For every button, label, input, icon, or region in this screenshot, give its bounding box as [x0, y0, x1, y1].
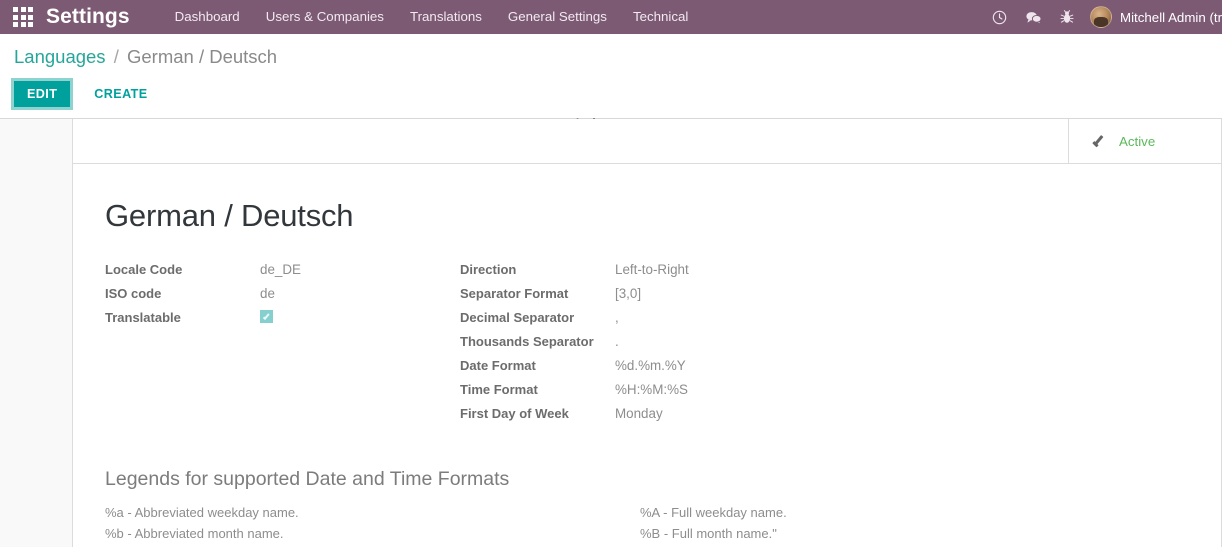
status-badge[interactable]: Active — [1068, 119, 1221, 163]
menu-item-technical[interactable]: Technical — [620, 0, 701, 34]
control-panel: Languages / German / Deutsch EDIT CREATE… — [0, 34, 1222, 132]
field-label-iso-code: ISO code — [105, 285, 162, 301]
form-statusbar: Active — [73, 119, 1221, 164]
field-label-time-format: Time Format — [460, 381, 538, 397]
page-body: Active German / Deutsch Locale Code de_D… — [0, 119, 1222, 547]
field-value-decimal-separator[interactable]: , — [615, 310, 815, 334]
statusbar-buttons-area — [73, 119, 1068, 163]
field-row-first-day-of-week: First Day of Week Monday — [460, 406, 815, 430]
field-row-thousands-separator: Thousands Separator . — [460, 334, 815, 358]
field-label-direction: Direction — [460, 261, 517, 277]
field-row-separator-format: Separator Format [3,0] — [460, 286, 815, 310]
field-value-locale-code[interactable]: de_DE — [260, 262, 460, 286]
main-menu: Dashboard Users & Companies Translations… — [162, 0, 702, 34]
field-value-thousands-separator[interactable]: . — [615, 334, 815, 358]
breadcrumb-separator: / — [113, 46, 119, 67]
field-label-separator-format: Separator Format — [460, 285, 569, 301]
breadcrumb: Languages / German / Deutsch — [0, 34, 1222, 69]
field-value-direction[interactable]: Left-to-Right — [615, 262, 815, 286]
form-sheet: Active German / Deutsch Locale Code de_D… — [72, 119, 1222, 547]
legend-item: %B - Full month name." — [640, 526, 777, 542]
form-sheet-inner: German / Deutsch Locale Code de_DE ISO c… — [73, 164, 1221, 543]
create-button[interactable]: CREATE — [80, 81, 161, 107]
user-avatar — [1090, 6, 1113, 28]
user-name-label: Mitchell Admin (tr — [1120, 9, 1222, 25]
field-label-translatable: Translatable — [105, 309, 181, 325]
legends-section: Legends for supported Date and Time Form… — [105, 468, 1189, 543]
field-value-date-format[interactable]: %d.%m.%Y — [615, 358, 815, 382]
apps-grid-icon — [13, 7, 33, 27]
legends-grid: %a - Abbreviated weekday name. %A - Full… — [105, 503, 1189, 543]
field-value-translatable — [260, 309, 460, 334]
menu-item-users-companies[interactable]: Users & Companies — [253, 0, 397, 34]
status-label: Active — [1119, 133, 1156, 149]
legend-item: %a - Abbreviated weekday name. — [105, 505, 299, 521]
control-panel-buttons: EDIT CREATE — [10, 78, 162, 110]
navbar-right-tools: Mitchell Admin (tr — [982, 0, 1222, 34]
menu-item-translations[interactable]: Translations — [397, 0, 495, 34]
breadcrumb-root-link[interactable]: Languages — [14, 46, 106, 67]
app-brand-title[interactable]: Settings — [46, 5, 130, 29]
field-row-translatable: Translatable — [105, 309, 460, 334]
field-row-iso-code: ISO code de — [105, 286, 460, 310]
fields-column-left: Locale Code de_DE ISO code de Translatab… — [105, 262, 460, 430]
apps-menu-button[interactable] — [0, 0, 46, 34]
bug-icon[interactable] — [1050, 0, 1084, 34]
field-row-locale-code: Locale Code de_DE — [105, 262, 460, 286]
legend-item: %A - Full weekday name. — [640, 505, 787, 521]
field-value-time-format[interactable]: %H:%M:%S — [615, 382, 815, 406]
field-label-decimal-separator: Decimal Separator — [460, 309, 575, 325]
field-row-direction: Direction Left-to-Right — [460, 262, 815, 286]
user-menu[interactable]: Mitchell Admin (tr — [1084, 6, 1222, 28]
field-label-locale-code: Locale Code — [105, 261, 183, 277]
field-label-thousands-separator: Thousands Separator — [460, 333, 594, 349]
fields-container: Locale Code de_DE ISO code de Translatab… — [105, 262, 1189, 430]
fields-column-right: Direction Left-to-Right Separator Format… — [460, 262, 815, 430]
menu-item-dashboard[interactable]: Dashboard — [162, 0, 253, 34]
translatable-checkbox[interactable] — [260, 309, 273, 323]
legends-title: Legends for supported Date and Time Form… — [105, 467, 510, 490]
check-icon — [1091, 133, 1108, 150]
legend-item: %b - Abbreviated month name. — [105, 526, 284, 542]
field-label-date-format: Date Format — [460, 357, 536, 373]
breadcrumb-current: German / Deutsch — [126, 46, 278, 67]
chat-icon[interactable] — [1016, 0, 1050, 34]
top-navbar: Settings Dashboard Users & Companies Tra… — [0, 0, 1222, 34]
field-label-first-day-of-week: First Day of Week — [460, 405, 569, 421]
edit-button[interactable]: EDIT — [10, 78, 74, 110]
menu-item-general-settings[interactable]: General Settings — [495, 0, 620, 34]
field-value-first-day-of-week[interactable]: Monday — [615, 406, 815, 430]
field-row-time-format: Time Format %H:%M:%S — [460, 382, 815, 406]
clock-icon[interactable] — [982, 0, 1016, 34]
page-title: German / Deutsch — [105, 198, 354, 233]
field-value-separator-format[interactable]: [3,0] — [615, 286, 815, 310]
field-row-date-format: Date Format %d.%m.%Y — [460, 358, 815, 382]
field-row-decimal-separator: Decimal Separator , — [460, 310, 815, 334]
field-value-iso-code[interactable]: de — [260, 286, 460, 310]
